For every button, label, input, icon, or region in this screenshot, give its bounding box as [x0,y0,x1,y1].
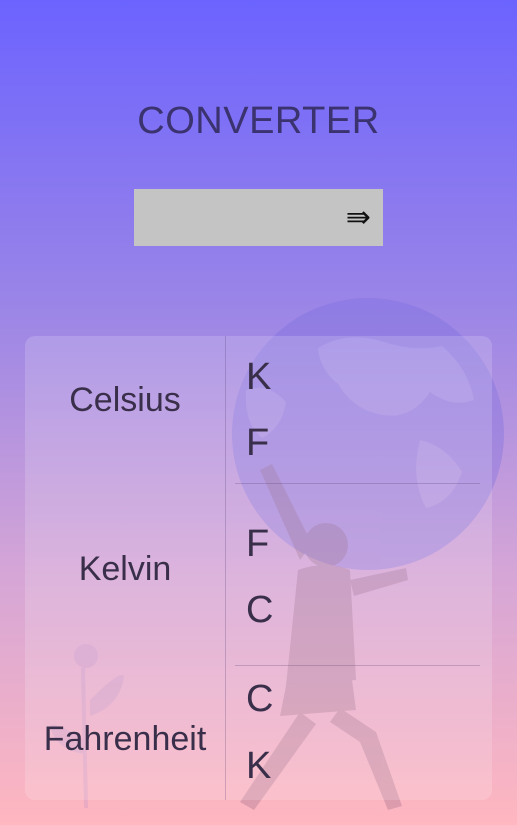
temperature-input[interactable] [134,189,338,248]
convert-celsius-to-kelvin-button[interactable]: K [246,356,271,399]
convert-kelvin-to-celsius-button[interactable]: C [246,589,273,632]
page-title: CONVERTER [137,100,380,142]
convert-celsius-to-fahrenheit-button[interactable]: F [246,422,269,465]
convert-kelvin-to-fahrenheit-button[interactable]: F [246,523,269,566]
unit-label-fahrenheit: Fahrenheit [43,720,207,758]
unit-label-celsius: Celsius [69,381,181,419]
double-arrow-right-icon[interactable]: ⇛ [346,202,371,233]
convert-fahrenheit-to-kelvin-button[interactable]: K [246,745,271,788]
convert-fahrenheit-to-celsius-button[interactable]: C [246,678,273,721]
row-divider [235,665,480,666]
temperature-input-box: ⇛ [134,189,383,248]
unit-label-kelvin: Kelvin [78,550,172,588]
row-divider [235,483,480,484]
